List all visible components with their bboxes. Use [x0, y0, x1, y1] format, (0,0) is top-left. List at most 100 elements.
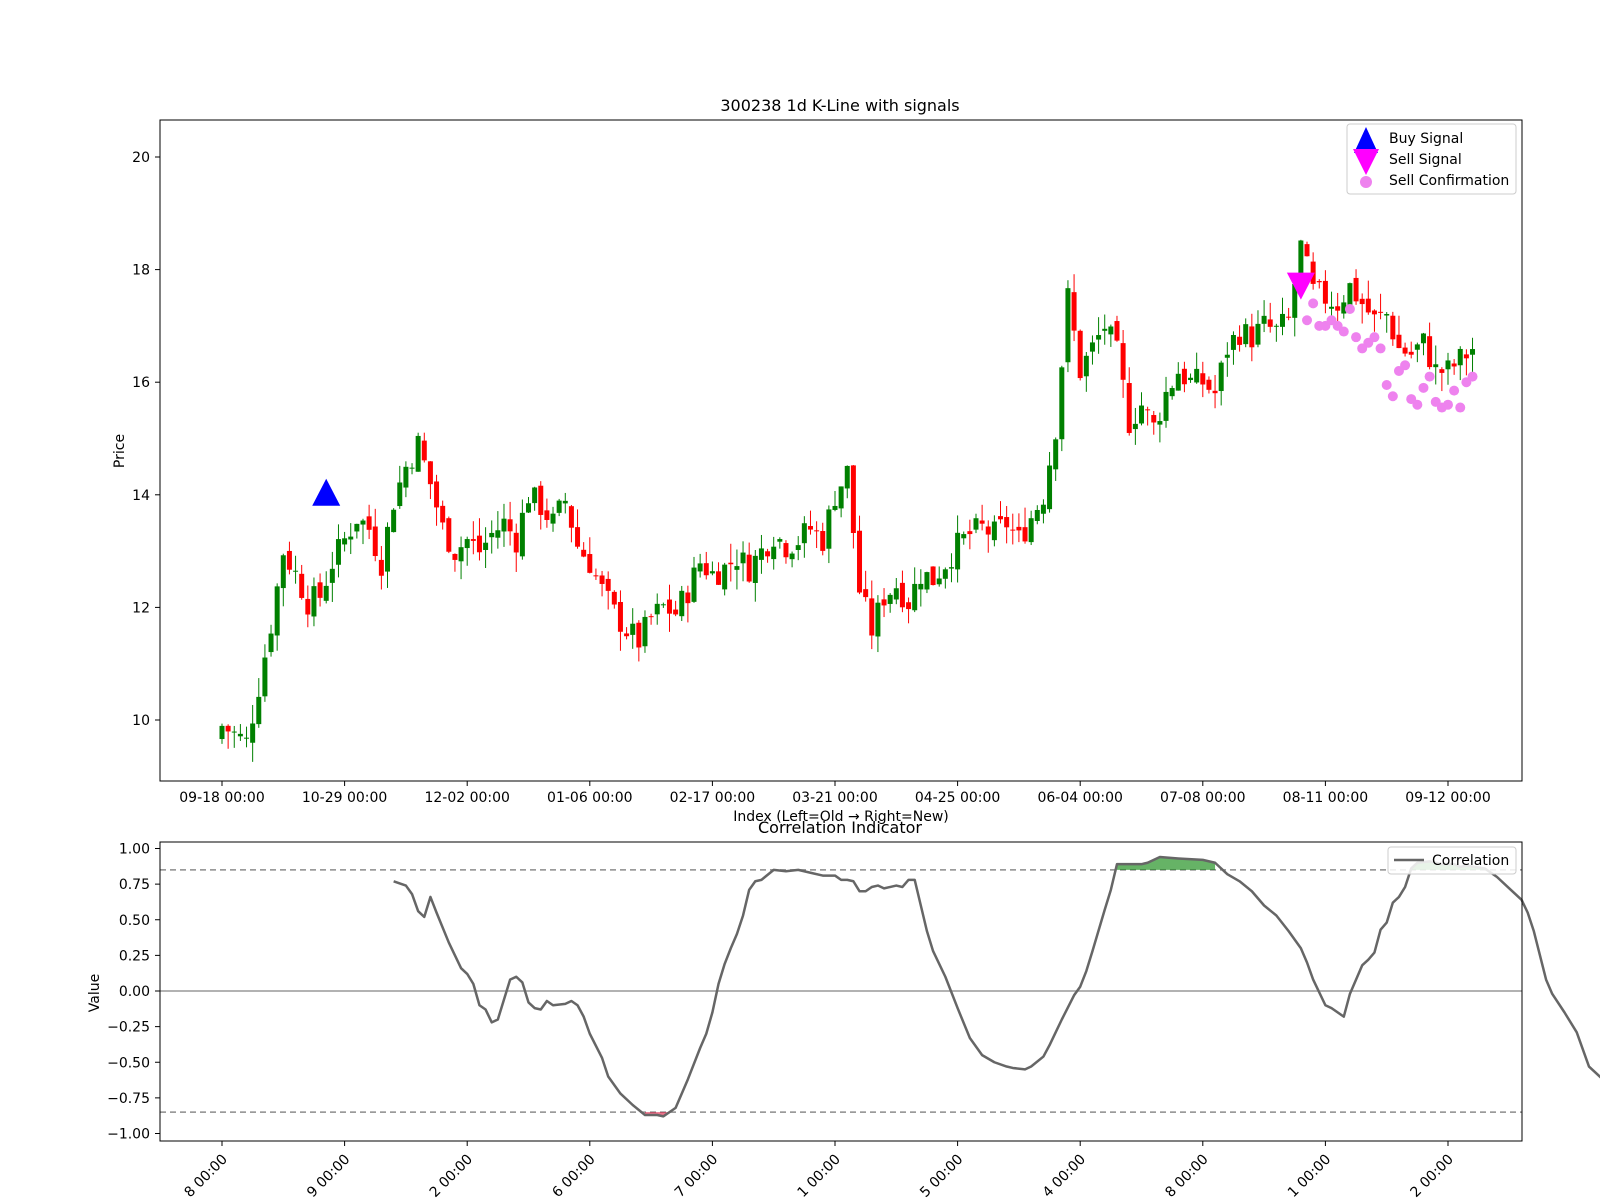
candle-body [385, 526, 391, 572]
candle-body [1139, 405, 1144, 424]
candle-body [832, 505, 838, 510]
candle-body [470, 539, 476, 541]
candle-body [734, 566, 740, 570]
legend-sell-confirmation-label: Sell Confirmation [1389, 173, 1509, 189]
candle-body [268, 633, 274, 653]
candle-body [783, 543, 789, 558]
kline-y-tick-label: 18 [132, 263, 150, 279]
candle-body [1445, 360, 1451, 370]
candle-body [636, 622, 642, 648]
candle-body [673, 609, 679, 615]
candle-body [1322, 280, 1328, 304]
candle-body [1224, 354, 1230, 358]
candle-body [1353, 277, 1359, 302]
candle-body [991, 521, 997, 541]
candle-body [998, 516, 1004, 520]
candle-body [538, 485, 544, 515]
candle-body [452, 553, 458, 560]
candle-body [1390, 315, 1396, 340]
candle-body [526, 503, 531, 513]
legend-correlation-label: Correlation [1432, 853, 1509, 869]
candle-body [906, 602, 912, 610]
candle-body [415, 435, 421, 472]
kline-x-tick-label: 06-04 00:00 [1037, 790, 1122, 806]
candle-body [979, 520, 985, 524]
sell-confirmation-dot [1400, 360, 1411, 371]
candle-body [1433, 364, 1439, 368]
candle-body [918, 583, 924, 590]
candle-body [936, 578, 942, 585]
candle-body [391, 509, 397, 533]
candle-body [728, 562, 734, 565]
candle-body [1151, 415, 1157, 423]
candle-body [1249, 326, 1255, 348]
candle-body [1077, 330, 1083, 379]
candle-body [1059, 367, 1065, 440]
candle-body [801, 523, 807, 544]
candle-body [219, 725, 225, 740]
candle-body [366, 516, 372, 530]
candle-body [593, 575, 599, 577]
kline-x-tick-label: 01-06 00:00 [547, 790, 632, 806]
correlation-y-tick-label: −1.00 [107, 1127, 150, 1143]
candle-body [599, 575, 605, 584]
kline-y-axis-label: Price [112, 434, 128, 468]
candle-body [1083, 355, 1089, 377]
kline-y-tick-label: 16 [132, 375, 150, 391]
candle-body [1359, 298, 1365, 305]
candle-body [348, 536, 354, 540]
candle-body [1200, 373, 1206, 385]
kline-y-tick-label: 12 [132, 600, 150, 616]
candle-body [329, 568, 335, 583]
candle-body [630, 623, 636, 635]
kline-x-tick-label: 04-25 00:00 [915, 790, 1000, 806]
candle-body [1040, 504, 1046, 514]
correlation-y-tick-label: 0.25 [119, 948, 150, 964]
candle-body [1365, 298, 1371, 313]
candle-body [244, 737, 250, 739]
candle-body [679, 590, 685, 617]
candle-body [1047, 465, 1053, 510]
candle-body [624, 633, 630, 637]
candle-body [1237, 336, 1243, 345]
candle-body [1427, 336, 1433, 368]
candle-body [464, 539, 470, 549]
candle-body [1378, 311, 1384, 313]
candle-body [262, 657, 268, 697]
candle-body [1218, 362, 1224, 392]
candle-body [685, 592, 691, 604]
candle-body [1016, 526, 1022, 531]
candle-body [532, 487, 538, 504]
candle-body [1175, 373, 1181, 391]
candle-body [299, 573, 305, 598]
sell-confirmation-dot [1455, 402, 1466, 413]
candle-body [544, 510, 550, 520]
candle-body [955, 532, 961, 570]
candle-body [617, 601, 623, 632]
candle-body [1243, 324, 1249, 345]
candle-body [722, 564, 728, 590]
candle-body [1089, 342, 1095, 352]
candle-body [1065, 288, 1071, 363]
candle-body [1439, 369, 1445, 373]
candle-body [850, 465, 856, 533]
candle-body [1188, 377, 1194, 381]
sell-confirmation-dot [1351, 332, 1362, 343]
candle-body [1261, 315, 1267, 324]
candle-body [397, 482, 403, 507]
candle-body [697, 563, 703, 572]
candle-body [1463, 354, 1469, 359]
candle-body [507, 519, 513, 532]
candle-body [1120, 343, 1126, 380]
kline-x-tick-label: 09-18 00:00 [179, 790, 264, 806]
kline-x-tick-label: 09-12 00:00 [1405, 790, 1490, 806]
correlation-y-tick-label: 0.00 [119, 984, 150, 1000]
candle-body [912, 583, 918, 611]
candle-body [777, 539, 783, 542]
sell-confirmation-dot [1338, 326, 1349, 337]
candle-body [495, 530, 501, 538]
candle-body [1279, 313, 1285, 327]
candle-body [1402, 347, 1408, 354]
candle-body [1347, 283, 1353, 307]
kline-x-tick-label: 12-02 00:00 [424, 790, 509, 806]
